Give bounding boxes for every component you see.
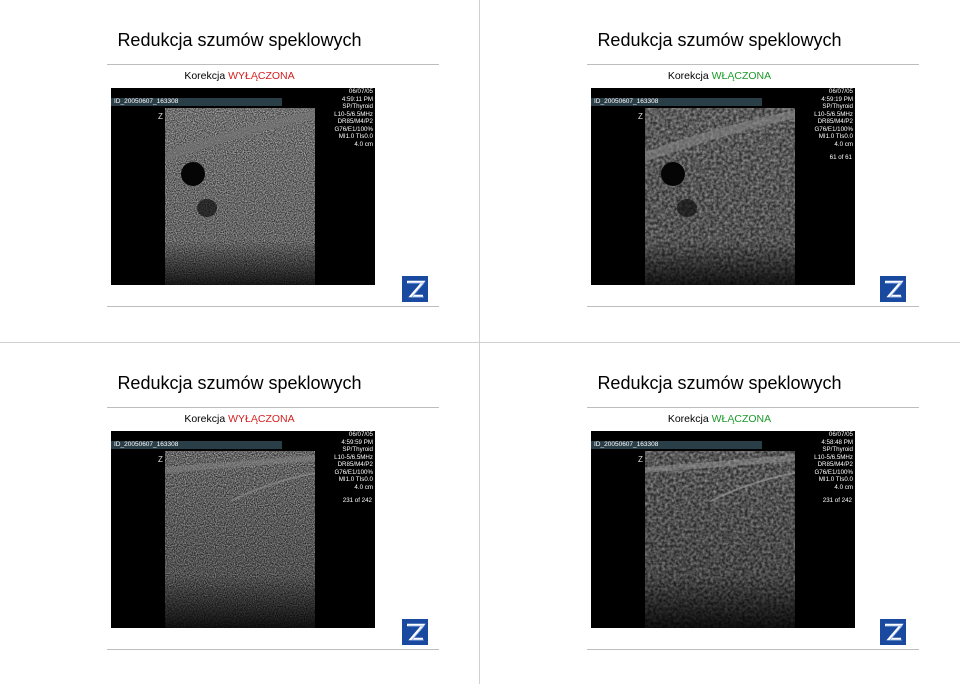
slide-4: Redukcja szumów speklowych Korekcja WŁĄC… (480, 343, 959, 684)
frame-counter: 231 of 242 (822, 497, 852, 504)
gain: G76/E1/100% (814, 125, 853, 133)
mechanical-index: MI1.0 TIs0.0 (338, 476, 373, 483)
probe-frequency: L10-5/6.5MHz (334, 453, 373, 461)
probe-marker: Z (158, 112, 163, 121)
scan-preset: SP/Thyroid (822, 446, 853, 453)
probe-marker: Z (158, 455, 163, 464)
correction-state: WŁĄCZONA (711, 70, 772, 82)
scan-preset: SP/Thyroid (342, 103, 373, 110)
probe-frequency: L10-5/6.5MHz (814, 110, 853, 118)
slide-subtitle: Korekcja WYŁĄCZONA (0, 70, 479, 82)
scan-parameters: 06/07/05 4:59:59 PM SP/Thyroid L10-5/6.5… (311, 431, 373, 491)
slide-subtitle: Korekcja WŁĄCZONA (480, 413, 959, 425)
gain: G76/E1/100% (334, 125, 373, 133)
gain: G76/E1/100% (814, 468, 853, 476)
dynamic-range: DR85/M4/P2 (337, 461, 373, 468)
slide-title: Redukcja szumów speklowych (117, 30, 362, 50)
scan-time: 4:59:59 PM (341, 438, 373, 446)
mechanical-index: MI1.0 TIs0.0 (818, 133, 853, 140)
scan-parameters: 06/07/05 4:58:48 PM SP/Thyroid L10-5/6.5… (791, 431, 853, 491)
depth: 4.0 cm (834, 483, 853, 491)
slide-title: Redukcja szumów speklowych (597, 373, 842, 393)
z-logo-icon (880, 276, 906, 302)
mechanical-index: MI1.0 TIs0.0 (818, 476, 853, 483)
scan-time: 4:58:48 PM (821, 438, 853, 446)
footer-divider (587, 306, 919, 307)
slide-2: Redukcja szumów speklowych Korekcja WŁĄC… (480, 0, 959, 341)
mechanical-index: MI1.0 TIs0.0 (338, 133, 373, 140)
probe-marker: Z (638, 112, 643, 121)
title-divider (587, 407, 919, 408)
ultrasound-image: ID_20050607_163308 Z 06/07/05 4:58:48 PM… (591, 431, 855, 628)
slide-1: Redukcja szumów speklowych Korekcja WYŁĄ… (0, 0, 479, 341)
scan-time: 4:59:11 PM (341, 95, 373, 103)
scan-date: 06/07/05 (348, 88, 373, 95)
footer-divider (587, 649, 919, 650)
patient-id: ID_20050607_163308 (111, 441, 282, 449)
ultrasound-image: ID_20050607_163308 Z 06/07/05 4:59:19 PM… (591, 88, 855, 285)
subtitle-prefix: Korekcja (667, 70, 712, 82)
ultrasound-image: ID_20050607_163308 Z 06/07/05 4:59:11 PM… (111, 88, 375, 285)
frame-counter: 61 of 61 (829, 154, 852, 161)
scan-date: 06/07/05 (828, 88, 853, 95)
title-divider (107, 407, 439, 408)
ultrasound-image: ID_20050607_163308 Z 06/07/05 4:59:59 PM… (111, 431, 375, 628)
scan-time: 4:59:19 PM (821, 95, 853, 103)
correction-state: WYŁĄCZONA (228, 70, 295, 82)
probe-marker: Z (638, 455, 643, 464)
scan-parameters: 06/07/05 4:59:11 PM SP/Thyroid L10-5/6.5… (311, 88, 373, 148)
handout-page: Redukcja szumów speklowych Korekcja WYŁĄ… (0, 0, 960, 684)
slide-title: Redukcja szumów speklowych (597, 30, 842, 50)
z-logo-icon (402, 276, 428, 302)
slide-title: Redukcja szumów speklowych (117, 373, 362, 393)
depth: 4.0 cm (834, 140, 853, 148)
probe-frequency: L10-5/6.5MHz (814, 453, 853, 461)
footer-divider (107, 306, 439, 307)
subtitle-prefix: Korekcja (667, 413, 712, 425)
gain: G76/E1/100% (334, 468, 373, 476)
scan-parameters: 06/07/05 4:59:19 PM SP/Thyroid L10-5/6.5… (791, 88, 853, 148)
title-divider (587, 64, 919, 65)
depth: 4.0 cm (354, 140, 373, 148)
correction-state: WŁĄCZONA (711, 413, 772, 425)
probe-frequency: L10-5/6.5MHz (334, 110, 373, 118)
slide-3: Redukcja szumów speklowych Korekcja WYŁĄ… (0, 343, 479, 684)
patient-id: ID_20050607_163308 (591, 441, 762, 449)
patient-id: ID_20050607_163308 (591, 98, 762, 106)
patient-id: ID_20050607_163308 (111, 98, 282, 106)
subtitle-prefix: Korekcja (184, 70, 229, 82)
dynamic-range: DR85/M4/P2 (817, 461, 853, 468)
scan-date: 06/07/05 (828, 431, 853, 438)
slide-subtitle: Korekcja WYŁĄCZONA (0, 413, 479, 425)
title-divider (107, 64, 439, 65)
z-logo-icon (402, 619, 428, 645)
scan-preset: SP/Thyroid (822, 103, 853, 110)
frame-counter: 231 of 242 (342, 497, 372, 504)
scan-preset: SP/Thyroid (342, 446, 373, 453)
footer-divider (107, 649, 439, 650)
correction-state: WYŁĄCZONA (228, 413, 295, 425)
depth: 4.0 cm (354, 483, 373, 491)
scan-date: 06/07/05 (348, 431, 373, 438)
subtitle-prefix: Korekcja (184, 413, 229, 425)
z-logo-icon (880, 619, 906, 645)
dynamic-range: DR85/M4/P2 (817, 118, 853, 125)
dynamic-range: DR85/M4/P2 (337, 118, 373, 125)
slide-subtitle: Korekcja WŁĄCZONA (480, 70, 959, 82)
